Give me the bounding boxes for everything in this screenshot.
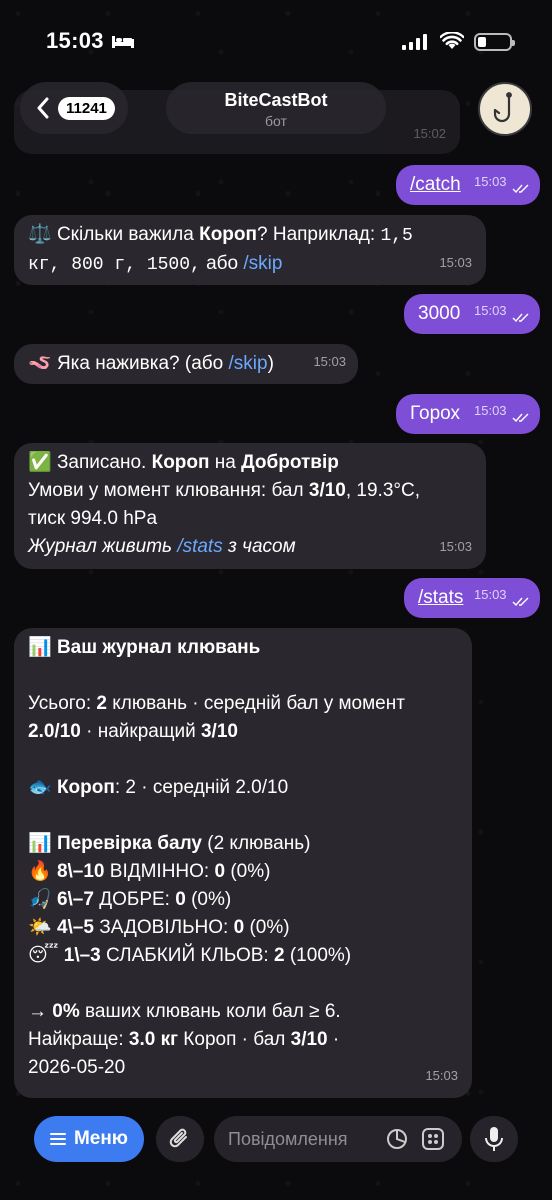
outgoing-message[interactable]: /stats 15:03 [404,578,540,618]
worm-emoji: 🪱 [28,353,52,374]
bot-name: BiteCastBot [224,90,328,110]
status-time: 15:03 [46,28,104,53]
outgoing-message[interactable]: /catch 15:03 [396,165,540,205]
message-input[interactable] [228,1116,378,1162]
skip-command-link[interactable]: /skip [243,253,282,274]
command-text: /catch [410,174,461,195]
fish-emoji: 🐟 [28,777,52,798]
menu-icon [49,1133,66,1145]
outgoing-message[interactable]: 3000 15:03 [404,294,540,334]
menu-label: Меню [73,1128,129,1149]
chart-emoji: 📊 [28,637,52,658]
sleep-focus-icon [112,36,134,48]
fishing-hook-icon [493,92,512,123]
scales-emoji: ⚖️ [28,224,52,245]
bot-subtitle: бот [265,113,287,129]
chat-title[interactable]: BiteCastBot бот [166,82,386,134]
microphone-icon [485,1127,503,1151]
bot-avatar[interactable] [478,82,532,136]
status-bar: 15:03 [0,0,552,80]
read-checkmarks-icon [512,184,529,194]
fishing-emoji: 🎣 [28,889,52,910]
incoming-message: ⚖️ Скільки важила Короп? Наприклад: 1,5 … [14,215,486,285]
stats-command-link[interactable]: /stats [177,536,222,557]
incoming-message: 🪱 Яка наживка? (або /skip) 15:03 [14,344,358,384]
skip-command-link[interactable]: /skip [229,353,268,374]
stats-message: 📊 Ваш журнал клювань Усього: 2 клювань ·… [14,628,472,1098]
menu-button[interactable]: Меню [34,1116,144,1162]
back-button[interactable]: 11241 [20,82,128,134]
command-text: /stats [418,587,464,608]
sticker-icon[interactable] [386,1128,408,1150]
cellular-signal-icon [402,34,427,50]
read-checkmarks-icon [512,597,529,607]
battery-icon [474,33,515,51]
read-checkmarks-icon [512,313,529,323]
read-checkmarks-icon [512,413,529,423]
sun-cloud-emoji: 🌤️ [28,917,52,938]
outgoing-message[interactable]: Горох 15:03 [396,394,540,434]
bot-commands-icon[interactable] [422,1128,444,1150]
attach-button[interactable] [156,1116,204,1162]
unread-count-badge: 11241 [58,96,115,120]
fire-emoji: 🔥 [28,861,52,882]
incoming-message: ✅ Записано. Короп на Добротвір Умови у м… [14,443,486,569]
check-mark-emoji: ✅ [28,452,52,473]
microphone-button[interactable] [470,1116,518,1162]
wifi-icon [440,32,464,49]
sleeping-emoji: 😴 [28,945,59,966]
chevron-left-icon [37,97,49,119]
chart-emoji: 📊 [28,833,52,854]
paperclip-icon [169,1128,187,1148]
message-input-container[interactable] [214,1116,462,1162]
